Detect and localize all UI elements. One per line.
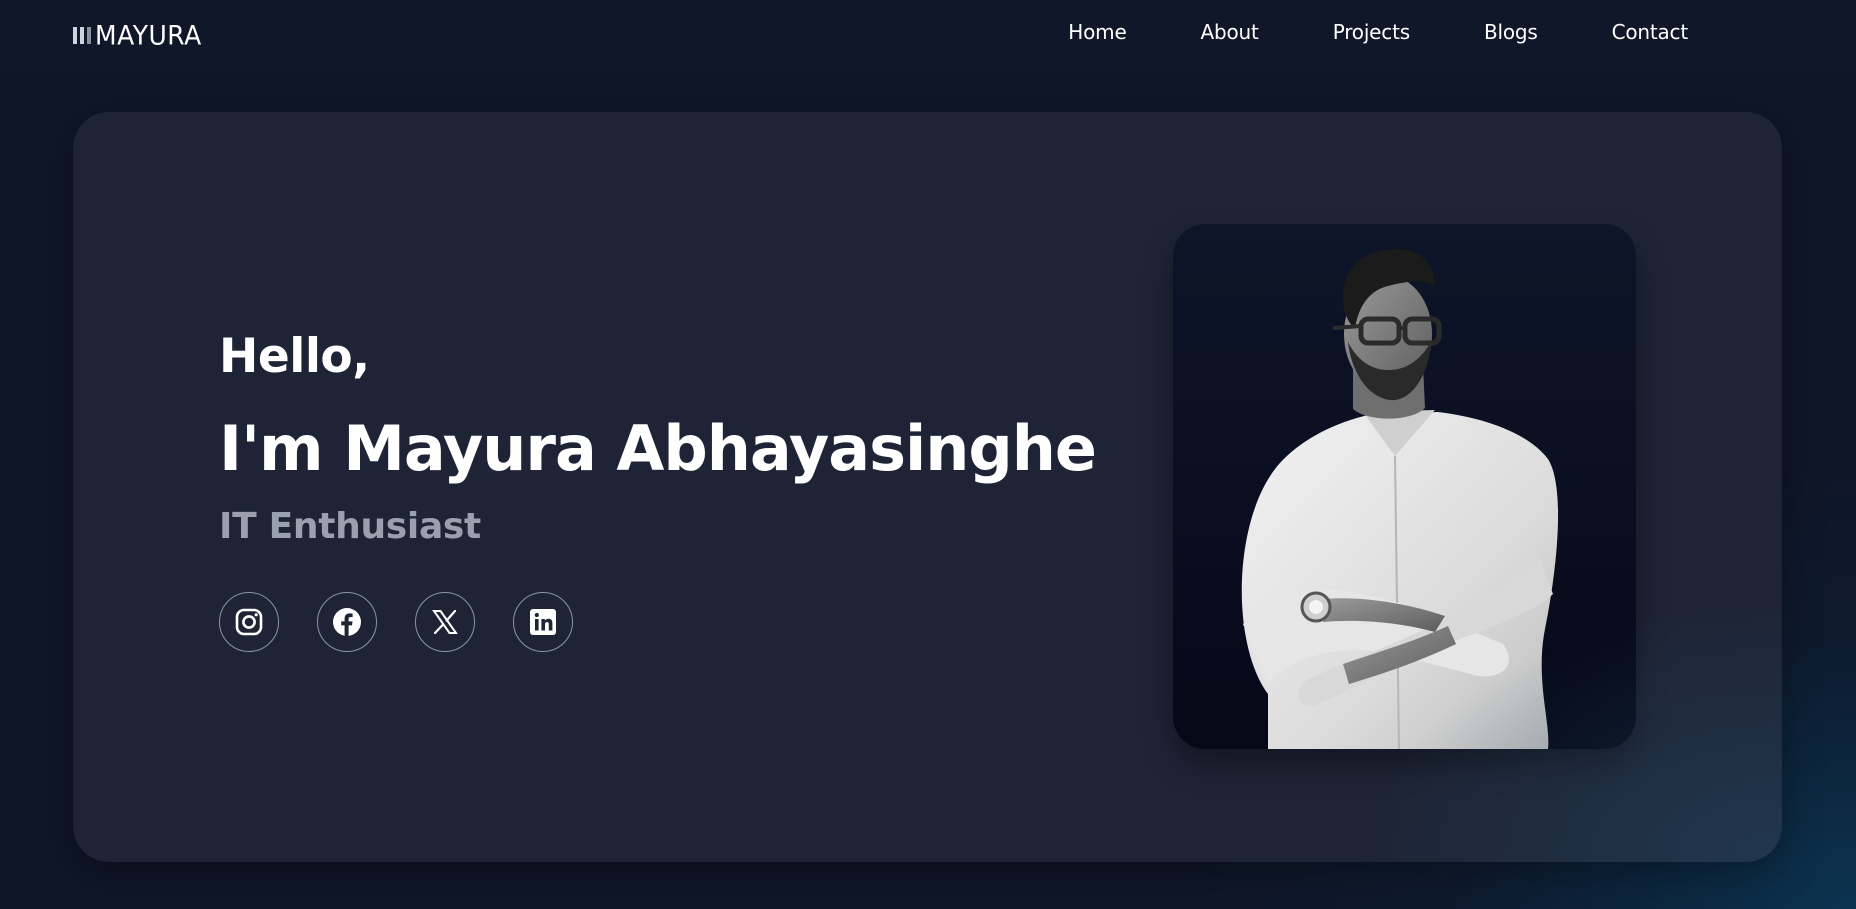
instagram-icon bbox=[235, 608, 263, 636]
nav-link-projects[interactable]: Projects bbox=[1333, 20, 1410, 44]
linkedin-icon bbox=[530, 609, 556, 635]
portrait-illustration bbox=[1241, 248, 1559, 749]
logo-mark-icon bbox=[73, 26, 91, 44]
hero-name: I'm Mayura Abhayasinghe bbox=[219, 412, 1097, 485]
logo-text: MAYURA bbox=[95, 19, 202, 51]
nav-link-contact[interactable]: Contact bbox=[1612, 20, 1689, 44]
facebook-button[interactable] bbox=[317, 592, 377, 652]
instagram-button[interactable] bbox=[219, 592, 279, 652]
nav-link-about[interactable]: About bbox=[1201, 20, 1259, 44]
x-twitter-icon bbox=[432, 609, 458, 635]
hero-role: IT Enthusiast bbox=[219, 506, 481, 547]
hero-card: Hello, I'm Mayura Abhayasinghe IT Enthus… bbox=[73, 112, 1782, 862]
profile-photo bbox=[1173, 224, 1636, 749]
navbar: MAYURA Home About Projects Blogs Contact bbox=[0, 0, 1856, 68]
logo[interactable]: MAYURA bbox=[73, 20, 202, 50]
nav-link-home[interactable]: Home bbox=[1068, 20, 1126, 44]
hero-greeting: Hello, bbox=[219, 329, 370, 384]
social-links bbox=[219, 592, 573, 652]
x-twitter-button[interactable] bbox=[415, 592, 475, 652]
facebook-icon bbox=[333, 608, 361, 636]
nav-links: Home About Projects Blogs Contact bbox=[1068, 20, 1688, 44]
linkedin-button[interactable] bbox=[513, 592, 573, 652]
nav-link-blogs[interactable]: Blogs bbox=[1484, 20, 1538, 44]
